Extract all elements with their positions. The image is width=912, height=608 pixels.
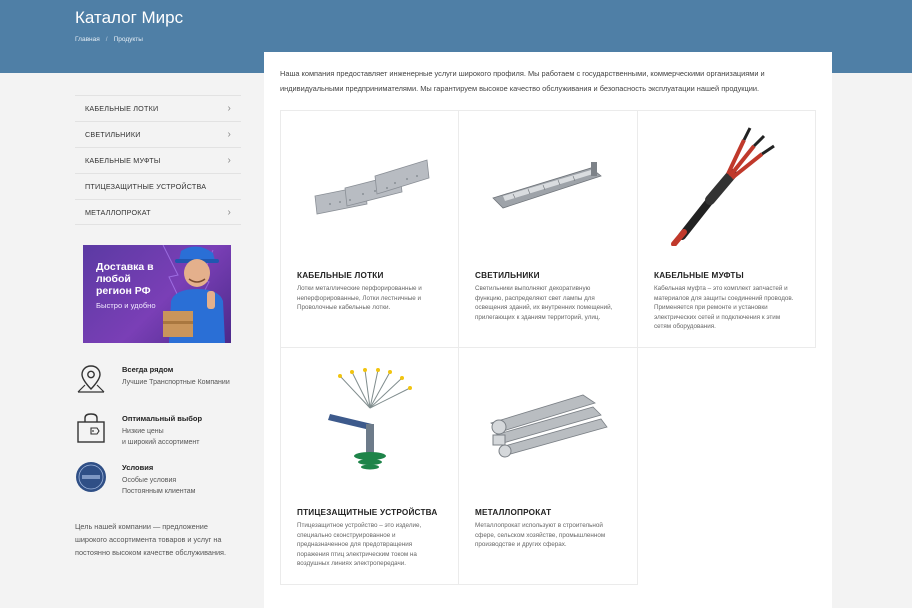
product-description: Птицезащитное устройство – это изделие, … (297, 522, 422, 567)
product-image (281, 111, 458, 261)
sidebar-item-label: КАБЕЛЬНЫЕ ЛОТКИ (85, 104, 159, 113)
product-image (459, 348, 637, 498)
courier-icon (163, 246, 225, 343)
product-title: ПТИЦЕЗАЩИТНЫЕ УСТРОЙСТВА (297, 508, 438, 517)
chevron-right-icon: › (227, 129, 231, 140)
product-description: Кабельная муфта – это комплект запчастей… (654, 285, 794, 330)
banner-title: Доставка в любой регион РФ (96, 261, 154, 297)
intro-text: Наша компания предоставляет инженерные у… (280, 69, 765, 93)
sidebar-item-lamps[interactable]: СВЕТИЛЬНИКИ › (75, 121, 241, 147)
map-pin-icon (77, 365, 105, 393)
product-description: Светильники выполняют декоративную функц… (475, 285, 613, 321)
feature-text: Низкие цены и широкий ассортимент (122, 428, 200, 446)
product-title: КАБЕЛЬНЫЕ МУФТЫ (654, 271, 744, 280)
product-image (638, 111, 815, 261)
product-card-lamps[interactable]: СВЕТИЛЬНИКИ Светильники выполняют декора… (458, 110, 638, 348)
breadcrumb-separator: / (105, 36, 108, 43)
shopping-bag-icon (77, 413, 105, 443)
chevron-right-icon: › (227, 103, 231, 114)
sidebar-item-label: МЕТАЛЛОПРОКАТ (85, 207, 151, 217)
main-content: Наша компания предоставляет инженерные у… (264, 52, 832, 608)
product-card-cable-trays[interactable]: КАБЕЛЬНЫЕ ЛОТКИ Лотки металлические перф… (280, 110, 459, 348)
product-description: Металлопрокат используют в строительной … (475, 522, 606, 548)
product-card-metal-products[interactable]: МЕТАЛЛОПРОКАТ Металлопрокат используют в… (458, 347, 638, 585)
bird-protector-icon (327, 368, 412, 470)
seal-icon (76, 462, 106, 492)
product-title: СВЕТИЛЬНИКИ (475, 271, 540, 280)
sidebar-item-bird-protection[interactable]: ПТИЦЕЗАЩИТНЫЕ УСТРОЙСТВА (75, 173, 241, 199)
feature-title: Условия (122, 463, 154, 472)
feature-optimal-choice: Оптимальный выбор Низкие цены и широкий … (75, 412, 245, 452)
sidebar-item-metal-products[interactable]: МЕТАЛЛОПРОКАТ › (75, 199, 241, 225)
sidebar-item-cable-joints[interactable]: КАБЕЛЬНЫЕ МУФТЫ › (75, 147, 241, 173)
breadcrumb: Главная / Продукты (75, 36, 143, 43)
metal-profiles-icon (490, 394, 608, 458)
street-lamp-icon (492, 162, 602, 209)
sidebar-item-label: ПТИЦЕЗАЩИТНЫЕ УСТРОЙСТВА (85, 182, 207, 191)
product-card-cable-joints[interactable]: КАБЕЛЬНЫЕ МУФТЫ Кабельная муфта – это ко… (637, 110, 816, 348)
product-image (459, 111, 637, 261)
mission-text: Цель нашей компании — предложение широко… (75, 522, 227, 557)
delivery-banner[interactable]: Доставка в любой регион РФ Быстро и удоб… (83, 245, 231, 343)
breadcrumb-home-link[interactable]: Главная (75, 36, 100, 43)
sidebar-menu: КАБЕЛЬНЫЕ ЛОТКИ › СВЕТИЛЬНИКИ › КАБЕЛЬНЫ… (75, 95, 241, 225)
page-title: Каталог Мирс (75, 8, 184, 27)
banner-subtitle: Быстро и удобно (96, 301, 156, 310)
product-description: Лотки металлические перфорированные и не… (297, 285, 422, 311)
breadcrumb-current: Продукты (113, 36, 143, 43)
cable-tray-icon (314, 159, 429, 215)
chevron-right-icon: › (227, 155, 231, 166)
sidebar-item-cable-trays[interactable]: КАБЕЛЬНЫЕ ЛОТКИ › (75, 95, 241, 121)
sidebar-item-label: СВЕТИЛЬНИКИ (85, 130, 141, 139)
feature-title: Оптимальный выбор (122, 414, 203, 423)
feature-text: Особые условия Постоянным клиентам (122, 477, 196, 495)
feature-text: Лучшие Транспортные Компании (122, 379, 230, 386)
product-image (281, 348, 458, 498)
chevron-right-icon: › (227, 206, 231, 218)
product-card-bird-protection[interactable]: ПТИЦЕЗАЩИТНЫЕ УСТРОЙСТВА Птицезащитное у… (280, 347, 459, 585)
product-title: МЕТАЛЛОПРОКАТ (475, 508, 552, 517)
product-title: КАБЕЛЬНЫЕ ЛОТКИ (297, 271, 384, 280)
feature-title: Всегда рядом (122, 365, 174, 374)
feature-conditions: Условия Особые условия Постоянным клиент… (75, 461, 245, 501)
sidebar-item-label: КАБЕЛЬНЫЕ МУФТЫ (85, 156, 161, 165)
feature-always-near: Всегда рядом Лучшие Транспортные Компани… (75, 363, 245, 403)
cable-joint-icon (670, 127, 775, 246)
